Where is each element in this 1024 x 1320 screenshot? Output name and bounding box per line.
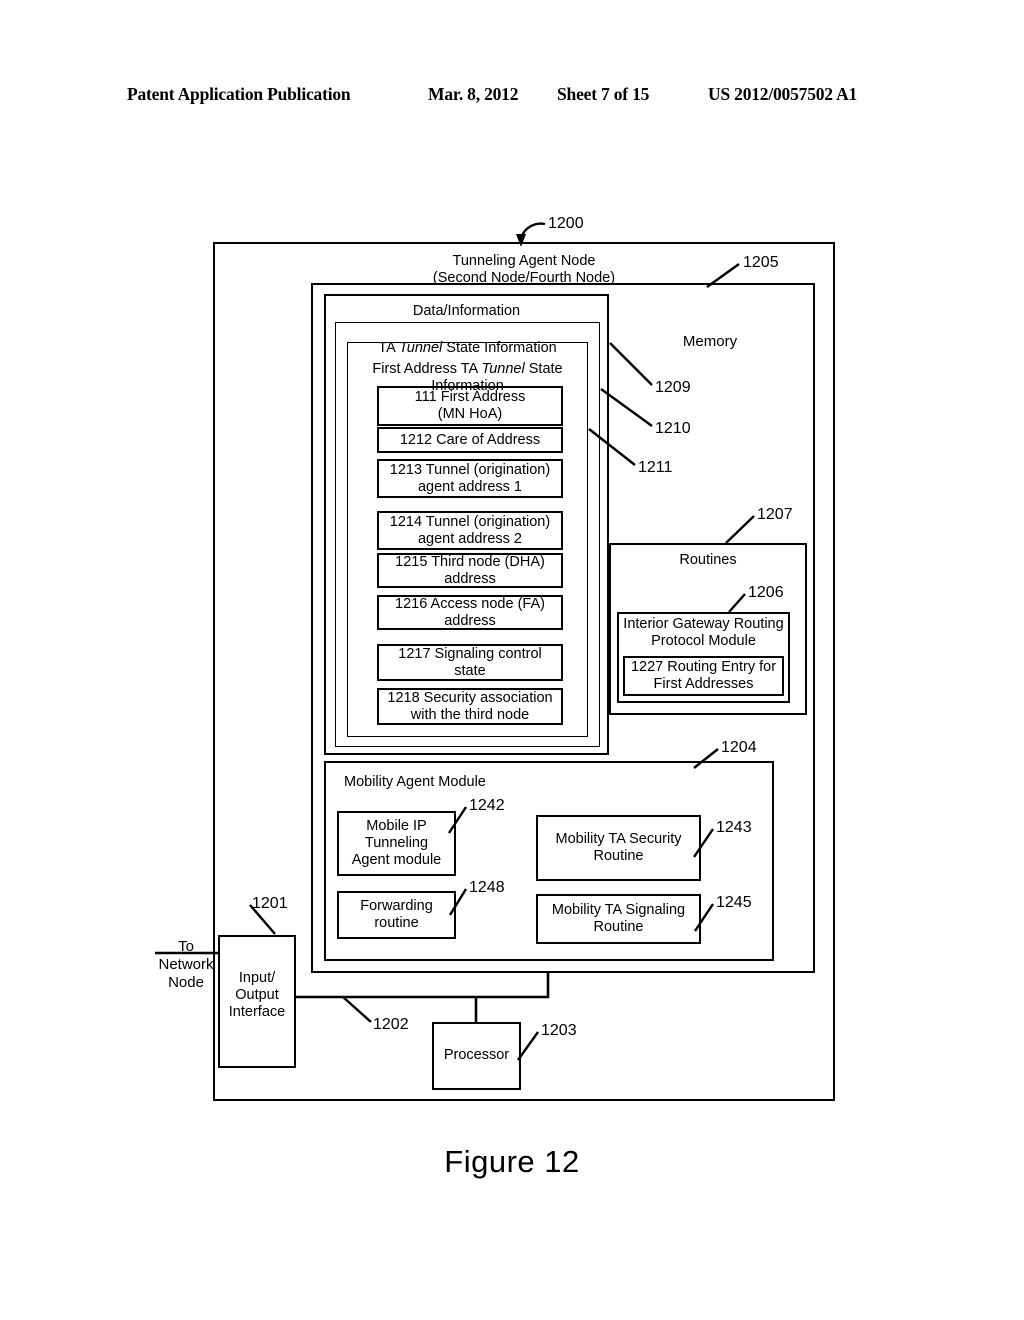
ref-1205: 1205 <box>743 254 779 271</box>
routing-entry-for-first-addresses-box: 1227 Routing Entry for First Addresses <box>623 656 784 696</box>
state-entry-1215-third-node-dha-address: 1215 Third node (DHA) address <box>377 553 563 588</box>
state-entry-111-first-address: 111 First Address (MN HoA) <box>377 386 563 426</box>
ref-1245: 1245 <box>716 894 752 911</box>
ref-1202: 1202 <box>373 1016 409 1033</box>
publication-title: Patent Application Publication <box>127 84 351 104</box>
state-entry-1212-care-of-address: 1212 Care of Address <box>377 427 563 453</box>
sheet-number: Sheet 7 of 15 <box>557 84 650 104</box>
ref-1210: 1210 <box>655 420 691 437</box>
state-entry-1218-security-association: 1218 Security association with the third… <box>377 688 563 725</box>
state-entry-1216-access-node-fa-address: 1216 Access node (FA) address <box>377 595 563 630</box>
ref-1211: 1211 <box>638 459 673 476</box>
mobile-ip-tunneling-agent-module-box: Mobile IP Tunneling Agent module <box>337 811 456 876</box>
first-address-title-pre: First Address TA <box>372 361 482 377</box>
mobility-ta-signaling-routine-box: Mobility TA Signaling Routine <box>536 894 701 944</box>
interior-gateway-routing-protocol-module-title: Interior Gateway Routing Protocol Module <box>623 616 784 649</box>
to-network-node-label: To Network Node <box>158 938 214 991</box>
data-information-title: Data/Information <box>412 303 521 319</box>
input-output-interface-label: Input/ Output Interface <box>228 970 286 1020</box>
ref-1209: 1209 <box>655 379 691 396</box>
ref-1248: 1248 <box>469 879 505 896</box>
mobility-ta-security-routine-box: Mobility TA Security Routine <box>536 815 701 881</box>
ref-1206: 1206 <box>748 584 784 601</box>
publication-date: Mar. 8, 2012 <box>428 84 519 104</box>
state-entry-1217-signaling-control-state: 1217 Signaling control state <box>377 644 563 681</box>
state-entry-1214-tunnel-agent-address-2: 1214 Tunnel (origination) agent address … <box>377 511 563 550</box>
tunneling-agent-node-title: Tunneling Agent Node (Second Node/Fourth… <box>432 253 616 286</box>
ref-1200: 1200 <box>548 215 584 232</box>
ref-1207: 1207 <box>757 506 793 523</box>
figure-caption: Figure 12 <box>444 1144 580 1179</box>
processor-label: Processor <box>443 1047 510 1063</box>
forwarding-routine-box: Forwarding routine <box>337 891 456 939</box>
ref-1203: 1203 <box>541 1022 577 1039</box>
patent-number: US 2012/0057502 A1 <box>708 84 858 104</box>
mobility-agent-module-title: Mobility Agent Module <box>344 774 486 790</box>
publication-header: Patent Application Publication Mar. 8, 2… <box>0 84 1024 110</box>
ref-1243: 1243 <box>716 819 752 836</box>
ref-1204: 1204 <box>721 739 757 756</box>
first-address-title-italic: Tunnel <box>481 361 525 377</box>
state-entry-1213-tunnel-agent-address-1: 1213 Tunnel (origination) agent address … <box>377 459 563 498</box>
memory-label: Memory <box>682 333 738 350</box>
ref-1242: 1242 <box>469 797 505 814</box>
routines-title: Routines <box>679 552 737 568</box>
ref-1201: 1201 <box>252 895 288 912</box>
